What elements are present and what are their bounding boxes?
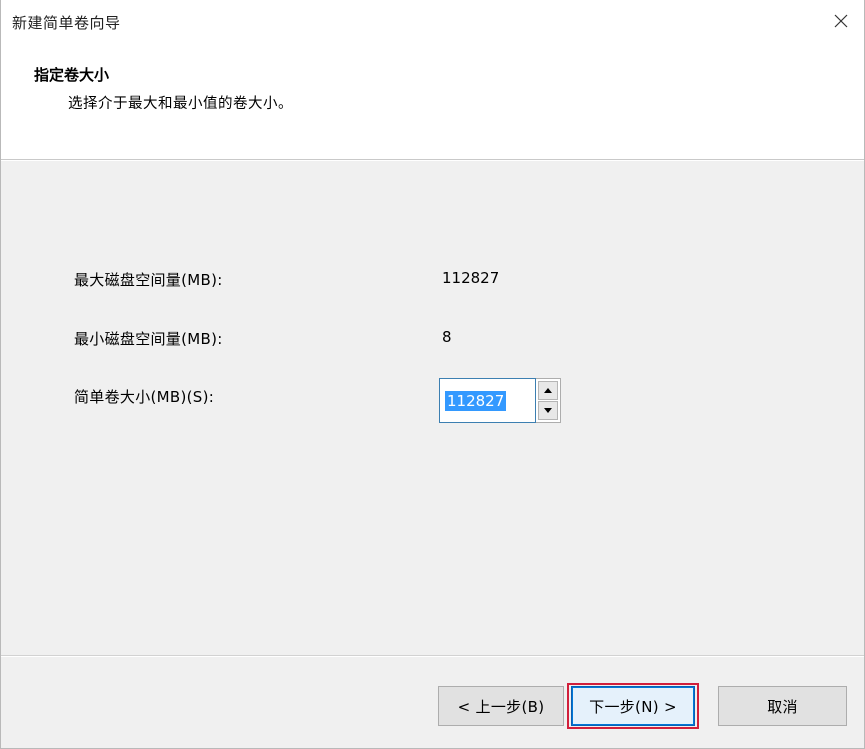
stepper-buttons xyxy=(536,378,561,423)
caret-down-icon xyxy=(544,408,552,413)
cancel-button[interactable]: 取消 xyxy=(718,686,847,726)
stepper-down-button[interactable] xyxy=(538,401,558,420)
wizard-content: 最大磁盘空间量(MB): 112827 最小磁盘空间量(MB): 8 简单卷大小… xyxy=(1,161,864,655)
max-space-value: 112827 xyxy=(442,269,500,287)
wizard-window: 新建简单卷向导 指定卷大小 选择介于最大和最小值的卷大小。 最大磁盘空间量(MB… xyxy=(0,0,865,749)
window-title: 新建简单卷向导 xyxy=(12,14,121,32)
back-button[interactable]: < 上一步(B) xyxy=(438,686,564,726)
max-space-label: 最大磁盘空间量(MB): xyxy=(74,271,223,289)
title-bar: 新建简单卷向导 xyxy=(1,0,864,44)
volume-size-stepper[interactable]: 112827 xyxy=(439,378,561,423)
min-space-label: 最小磁盘空间量(MB): xyxy=(74,330,223,348)
page-title: 指定卷大小 xyxy=(34,66,110,84)
volume-size-input[interactable]: 112827 xyxy=(439,378,536,423)
next-button-highlight: 下一步(N) > xyxy=(567,683,699,729)
stepper-up-button[interactable] xyxy=(538,381,558,400)
close-icon xyxy=(834,14,848,28)
wizard-footer: < 上一步(B) 下一步(N) > 取消 xyxy=(1,657,864,748)
page-subtitle: 选择介于最大和最小值的卷大小。 xyxy=(68,96,293,112)
close-button[interactable] xyxy=(826,6,856,36)
next-button[interactable]: 下一步(N) > xyxy=(571,686,695,726)
volume-size-selected-text: 112827 xyxy=(445,391,507,411)
volume-size-label: 简单卷大小(MB)(S): xyxy=(74,388,215,406)
caret-up-icon xyxy=(544,388,552,393)
min-space-value: 8 xyxy=(442,328,452,346)
wizard-header: 指定卷大小 选择介于最大和最小值的卷大小。 xyxy=(1,44,864,159)
